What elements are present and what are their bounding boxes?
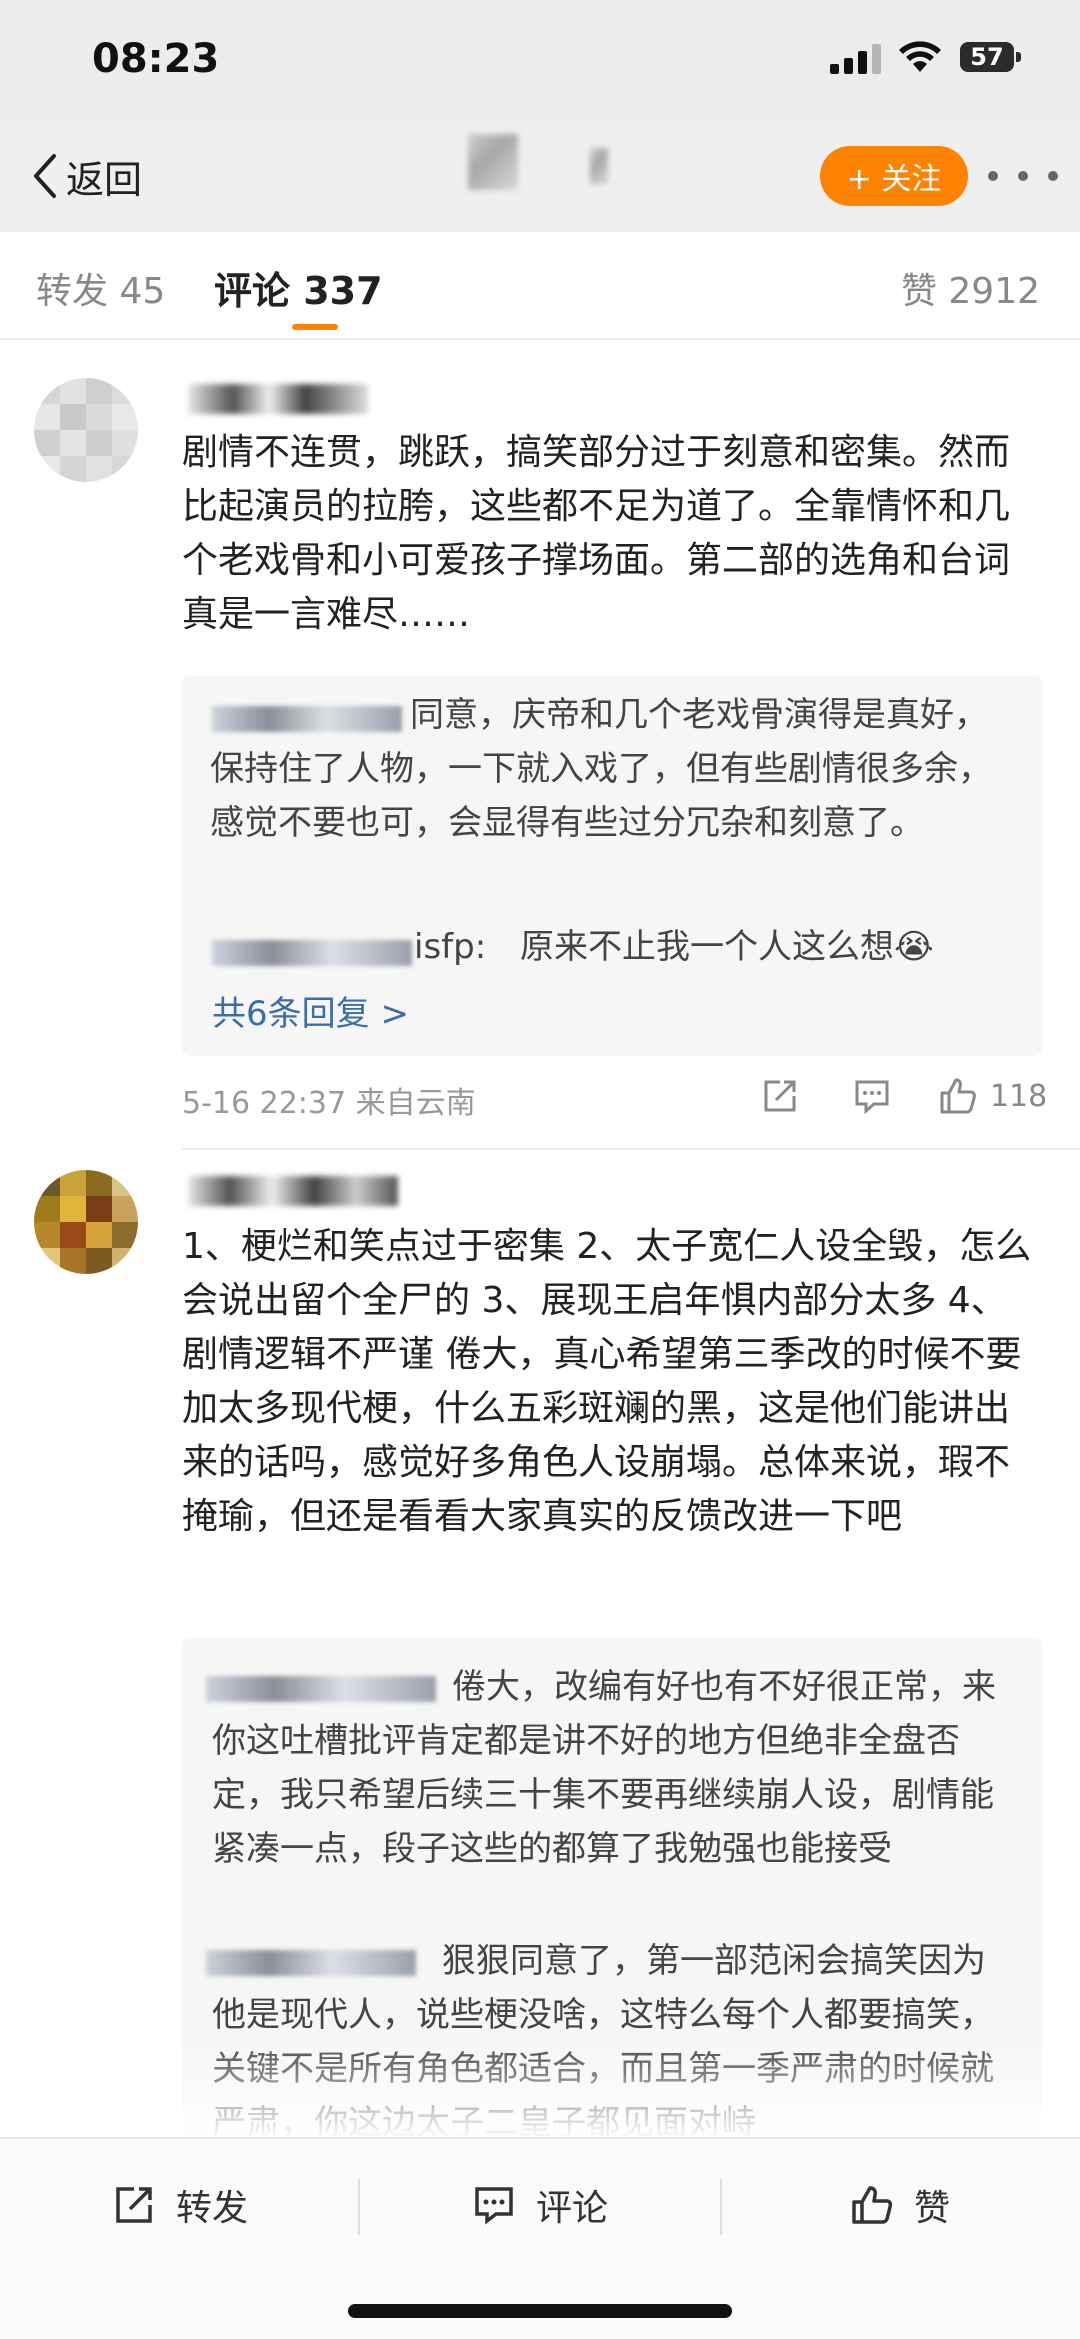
reply-text: 倦大，改编有好也有不好很正常，来你这吐槽批评肯定都是讲不好的地方但绝非全盘否定，… — [212, 1667, 996, 1869]
blurred-reply-username — [212, 940, 412, 966]
status-time: 08:23 — [92, 36, 220, 82]
comment-text: 1、梗烂和笑点过于密集 2、太子宽仁人设全毁，怎么会说出留个全尸的 3、展现王启… — [182, 1226, 1032, 1537]
blurred-username — [188, 1176, 398, 1206]
scroll-fade — [0, 2040, 1080, 2140]
back-label: 返回 — [66, 157, 143, 202]
divider — [182, 1148, 1080, 1150]
chevron-left-icon — [34, 154, 56, 198]
battery-level: 57 — [960, 42, 1014, 72]
share-icon — [764, 1080, 796, 1112]
share-icon — [116, 2187, 152, 2223]
reply-comment-button[interactable] — [852, 1076, 892, 1116]
home-indicator[interactable] — [348, 2304, 732, 2318]
comment-button[interactable]: 评论 — [472, 2179, 608, 2231]
like-comment-button[interactable]: 118 — [938, 1076, 1047, 1116]
divider — [720, 2179, 722, 2235]
cellular-signal-icon — [830, 44, 881, 74]
comment-label: 评论 — [536, 2188, 609, 2229]
tab-repost[interactable]: 转发 45 — [36, 262, 165, 314]
status-bar: 08:23 57 — [0, 0, 1080, 120]
like-count: 118 — [990, 1078, 1048, 1114]
battery-icon: 57 — [960, 42, 1024, 74]
reply-username-suffix: isfp: — [414, 927, 487, 967]
blurred-username — [188, 384, 368, 414]
back-button[interactable]: 返回 — [30, 150, 142, 202]
avatar[interactable] — [34, 378, 138, 482]
nav-bar: 返回 + 关注 — [0, 120, 1080, 232]
comment-text: 剧情不连贯，跳跃，搞笑部分过于刻意和密集。然而比起演员的拉胯，这些都不足为道了。… — [182, 432, 1011, 635]
active-tab-indicator — [292, 324, 338, 330]
reply-text: 原来不止我一个人这么想😭 — [520, 927, 934, 967]
thumbs-up-icon — [852, 2186, 893, 2224]
comment-icon — [475, 2187, 513, 2225]
tab-bar: 转发 45 评论 337 赞 2912 — [0, 232, 1080, 340]
more-options-icon[interactable] — [988, 168, 1058, 184]
wifi-icon — [899, 41, 941, 72]
follow-button[interactable]: + 关注 — [820, 146, 968, 206]
avatar[interactable] — [34, 1170, 138, 1274]
repost-button[interactable]: 转发 — [112, 2179, 248, 2231]
like-button[interactable]: 赞 — [850, 2179, 950, 2231]
like-label: 赞 — [914, 2188, 951, 2229]
tab-comment[interactable]: 评论 337 — [214, 260, 383, 315]
blurred-username — [590, 148, 608, 184]
reply-text: 同意，庆帝和几个老戏骨演得是真好，保持住了人物，一下就入戏了，但有些剧情很多余，… — [210, 695, 992, 843]
blurred-username — [468, 134, 518, 190]
more-replies-link[interactable]: 共6条回复 > — [212, 986, 409, 1035]
comment-meta: 5-16 22:37 来自云南 — [182, 1086, 476, 1121]
thumbs-up-icon — [940, 1078, 976, 1114]
repost-comment-button[interactable] — [760, 1076, 800, 1116]
comment-icon — [855, 1080, 889, 1115]
divider — [358, 2179, 360, 2235]
tab-likes[interactable]: 赞 2912 — [901, 262, 1040, 314]
repost-label: 转发 — [176, 2188, 249, 2229]
reply-thread[interactable]: 同意，庆帝和几个老戏骨演得是真好，保持住了人物，一下就入戏了，但有些剧情很多余，… — [182, 676, 1042, 1056]
